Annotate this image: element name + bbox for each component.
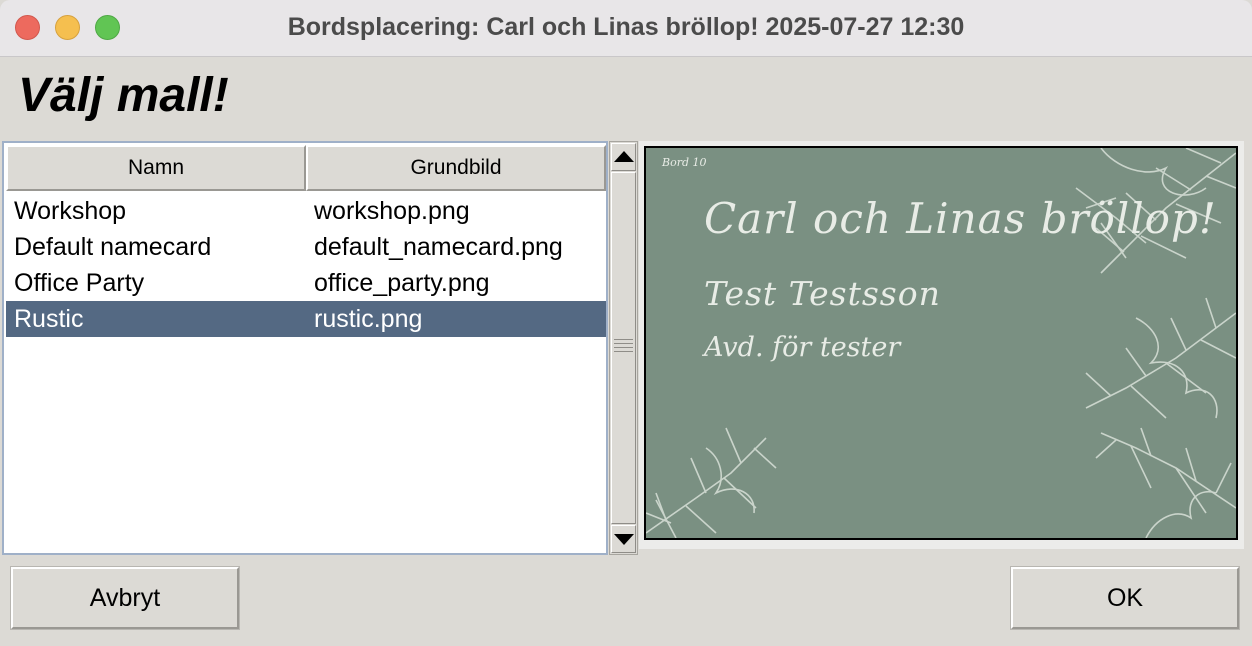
leaf-outline [1135, 317, 1218, 419]
leaf-stem [1100, 432, 1236, 509]
grip-line [614, 339, 633, 340]
scroll-thumb[interactable] [611, 172, 636, 524]
cell-image: office_party.png [314, 269, 490, 297]
cell-name: Default namecard [14, 233, 212, 261]
column-header-name[interactable]: Namn [6, 145, 306, 191]
preview-guest-name: Test Testsson [704, 274, 941, 313]
grip-line [614, 343, 633, 344]
cell-image: default_namecard.png [314, 233, 563, 261]
cell-image: workshop.png [314, 197, 470, 225]
table-row-office-party[interactable]: Office Party office_party.png [6, 265, 606, 301]
window-title: Bordsplacering: Carl och Linas bröllop! … [287, 13, 965, 41]
cell-name: Office Party [14, 269, 145, 297]
preview-department: Avd. för tester [704, 332, 901, 363]
leaf-veins [1095, 427, 1232, 514]
table-header: Namn Grundbild [6, 145, 606, 191]
leaf-stem [646, 437, 767, 534]
cell-image: rustic.png [314, 305, 423, 333]
template-preview-image: Bord 10 Carl och Linas bröllop! Test Tes… [644, 146, 1238, 540]
leaf-veins [655, 427, 777, 534]
column-header-image[interactable]: Grundbild [306, 145, 606, 191]
preview-table-label: Bord 10 [662, 156, 707, 169]
list-scrollbar[interactable] [609, 141, 638, 555]
arrow-up-icon [614, 151, 634, 162]
preview-event-title: Carl och Linas bröllop! [704, 194, 1217, 243]
table-row-workshop[interactable]: Workshop workshop.png [6, 193, 606, 229]
scroll-down-button[interactable] [611, 525, 636, 553]
table-row-default-namecard[interactable]: Default namecard default_namecard.png [6, 229, 606, 265]
page-heading: Välj mall! [18, 69, 229, 122]
table-row-rustic[interactable]: Rustic rustic.png [6, 301, 606, 337]
dialog-window: Bordsplacering: Carl och Linas bröllop! … [0, 0, 1252, 646]
leaf-veins [1085, 297, 1236, 419]
title-bar: Bordsplacering: Carl och Linas bröllop! … [0, 0, 1252, 57]
template-list[interactable]: Namn Grundbild Workshop workshop.png Def… [2, 141, 608, 555]
cell-name: Rustic [14, 305, 84, 333]
cell-name: Workshop [14, 197, 127, 225]
ok-button[interactable]: OK [1010, 566, 1240, 630]
scroll-up-button[interactable] [611, 143, 636, 171]
arrow-down-icon [614, 534, 634, 545]
grip-line [614, 351, 633, 352]
table-body: Workshop workshop.png Default namecard d… [6, 193, 606, 337]
cancel-button[interactable]: Avbryt [10, 566, 240, 630]
leaf-outline [1145, 491, 1217, 538]
grip-line [614, 347, 633, 348]
